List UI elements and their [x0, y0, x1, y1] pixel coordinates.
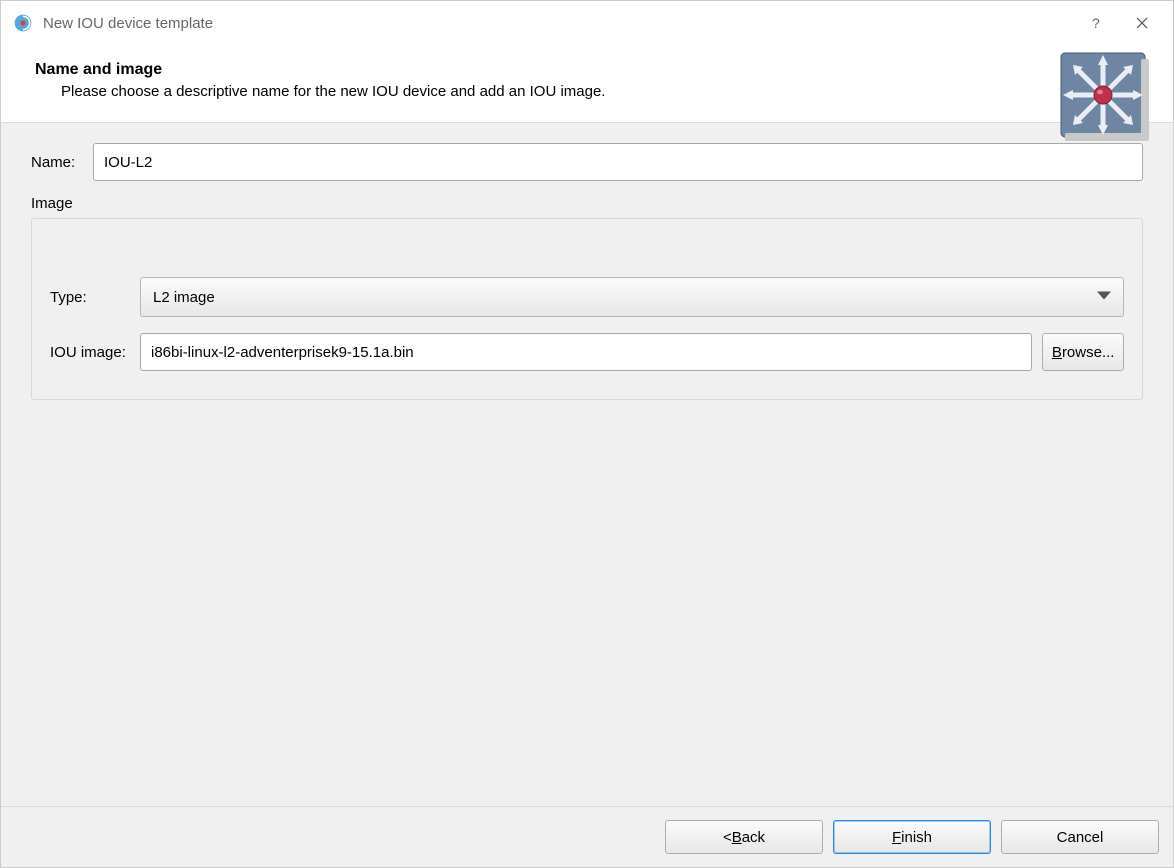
cancel-button[interactable]: Cancel	[1001, 820, 1159, 854]
name-row: Name:	[31, 143, 1143, 181]
back-button[interactable]: < Back	[665, 820, 823, 854]
button-bar: < Back Finish Cancel	[1, 807, 1173, 867]
image-group: Type: L2 image IOU image: Browse...	[31, 218, 1143, 400]
wizard-window: New IOU device template ? Name and image…	[0, 0, 1174, 868]
type-select[interactable]: L2 image	[140, 277, 1124, 317]
form-area: Name: Image Type: L2 image IOU	[1, 122, 1173, 807]
close-button[interactable]	[1119, 3, 1165, 43]
name-input[interactable]	[93, 143, 1143, 181]
iou-image-input[interactable]	[140, 333, 1032, 371]
name-label: Name:	[31, 154, 93, 171]
app-icon	[13, 13, 33, 33]
type-value: L2 image	[153, 289, 1111, 306]
type-label: Type:	[50, 289, 140, 306]
page-title: Name and image	[35, 61, 1149, 79]
device-icon	[1057, 49, 1153, 145]
help-button[interactable]: ?	[1073, 3, 1119, 43]
chevron-down-icon	[1097, 289, 1111, 306]
titlebar: New IOU device template ?	[1, 1, 1173, 45]
browse-button[interactable]: Browse...	[1042, 333, 1124, 371]
wizard-header: Name and image Please choose a descripti…	[1, 45, 1173, 122]
image-group-label: Image	[31, 195, 1143, 212]
window-title: New IOU device template	[43, 15, 213, 32]
iou-image-row: IOU image: Browse...	[50, 333, 1124, 371]
type-row: Type: L2 image	[50, 277, 1124, 317]
iou-image-label: IOU image:	[50, 344, 140, 361]
svg-text:?: ?	[1092, 17, 1100, 29]
finish-button[interactable]: Finish	[833, 820, 991, 854]
page-description: Please choose a descriptive name for the…	[61, 83, 1149, 100]
